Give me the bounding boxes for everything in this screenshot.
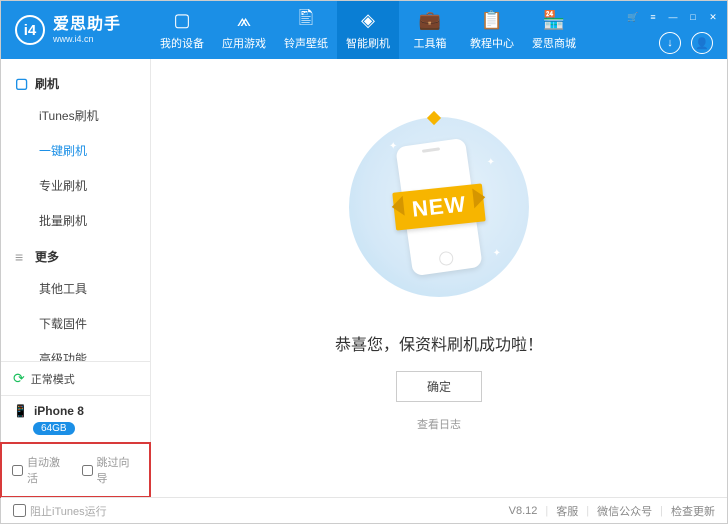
close-icon[interactable]: ✕ <box>705 10 721 24</box>
device-phone-icon: 📱 <box>13 404 28 418</box>
view-log-link[interactable]: 查看日志 <box>417 416 461 432</box>
body: ▢ 刷机 iTunes刷机 一键刷机 专业刷机 批量刷机 ≡ 更多 其他工具 下… <box>1 59 727 497</box>
sidebar-scroll: ▢ 刷机 iTunes刷机 一键刷机 专业刷机 批量刷机 ≡ 更多 其他工具 下… <box>1 59 150 361</box>
auto-activate-input[interactable] <box>12 465 23 476</box>
illustration: ✦ ✦ ✦ NEW <box>329 107 549 307</box>
maximize-icon[interactable]: □ <box>685 10 701 24</box>
skip-guide-input[interactable] <box>82 465 93 476</box>
nav-label: 铃声壁纸 <box>284 35 328 51</box>
nav-tutorials[interactable]: 📋 教程中心 <box>461 1 523 59</box>
skip-guide-label: 跳过向导 <box>97 454 140 486</box>
sidebar-item-itunes-flash[interactable]: iTunes刷机 <box>1 98 150 133</box>
logo-icon: i4 <box>15 15 45 45</box>
logo-area: i4 爱思助手 www.i4.cn <box>1 15 151 45</box>
toolbox-icon: 💼 <box>419 10 441 32</box>
sidebar-item-batch-flash[interactable]: 批量刷机 <box>1 203 150 238</box>
device-name: iPhone 8 <box>34 404 84 418</box>
header: i4 爱思助手 www.i4.cn ▢ 我的设备 ⩕ 应用游戏 🖺 铃声壁纸 ◈… <box>1 1 727 59</box>
sidebar-item-download-fw[interactable]: 下载固件 <box>1 306 150 341</box>
ok-button[interactable]: 确定 <box>396 371 482 402</box>
nav-bar: ▢ 我的设备 ⩕ 应用游戏 🖺 铃声壁纸 ◈ 智能刷机 💼 工具箱 📋 教程中 <box>151 1 585 59</box>
user-icon[interactable]: 👤 <box>691 32 713 54</box>
nav-store[interactable]: 🏪 爱思商城 <box>523 1 585 59</box>
sidebar-item-other-tools[interactable]: 其他工具 <box>1 271 150 306</box>
apps-icon: ⩕ <box>237 10 251 32</box>
sidebar-section-title: 刷机 <box>35 75 59 92</box>
app-title: 爱思助手 <box>53 17 121 33</box>
nav-label: 应用游戏 <box>222 35 266 51</box>
ringtones-icon: 🖺 <box>299 10 313 32</box>
nav-label: 我的设备 <box>160 35 204 51</box>
nav-label: 爱思商城 <box>532 35 576 51</box>
wechat-link[interactable]: 微信公众号 <box>597 503 652 519</box>
main-pane: ✦ ✦ ✦ NEW 恭喜您，保资料刷机成功啦！ 确定 查看日志 <box>151 59 727 497</box>
skip-guide-checkbox[interactable]: 跳过向导 <box>82 454 140 486</box>
download-icon[interactable]: ↓ <box>659 32 681 54</box>
footer: 阻止iTunes运行 V8.12 | 客服 | 微信公众号 | 检查更新 <box>1 497 727 523</box>
auto-activate-label: 自动激活 <box>27 454 70 486</box>
nav-my-device[interactable]: ▢ 我的设备 <box>151 1 213 59</box>
store-icon: 🏪 <box>543 10 565 32</box>
more-icon: ≡ <box>15 249 29 265</box>
status-dot-icon: ⟳ <box>13 370 25 387</box>
nav-ringtones[interactable]: 🖺 铃声壁纸 <box>275 1 337 59</box>
auto-activate-checkbox[interactable]: 自动激活 <box>12 454 70 486</box>
tutorials-icon: 📋 <box>481 10 503 32</box>
window-controls: 🛒 ≡ — □ ✕ <box>625 6 727 24</box>
block-itunes-input[interactable] <box>13 504 26 517</box>
ribbon-text: NEW <box>411 191 468 222</box>
app-window: i4 爱思助手 www.i4.cn ▢ 我的设备 ⩕ 应用游戏 🖺 铃声壁纸 ◈… <box>0 0 728 524</box>
sidebar-item-advanced[interactable]: 高级功能 <box>1 341 150 361</box>
version-label: V8.12 <box>509 505 538 517</box>
nav-label: 智能刷机 <box>346 35 390 51</box>
sidebar: ▢ 刷机 iTunes刷机 一键刷机 专业刷机 批量刷机 ≡ 更多 其他工具 下… <box>1 59 151 497</box>
nav-label: 教程中心 <box>470 35 514 51</box>
status-label: 正常模式 <box>31 371 75 387</box>
logo-text: 爱思助手 www.i4.cn <box>53 17 121 44</box>
sidebar-section-title: 更多 <box>35 248 59 265</box>
cart-icon[interactable]: 🛒 <box>625 10 641 24</box>
nav-smart-flash[interactable]: ◈ 智能刷机 <box>337 1 399 59</box>
menu-icon[interactable]: ≡ <box>645 10 661 24</box>
app-url: www.i4.cn <box>53 35 121 44</box>
sidebar-section-flash: ▢ 刷机 <box>1 65 150 98</box>
success-message: 恭喜您，保资料刷机成功啦！ <box>335 331 543 355</box>
sidebar-item-one-click-flash[interactable]: 一键刷机 <box>1 133 150 168</box>
header-right: 🛒 ≡ — □ ✕ ↓ 👤 <box>585 6 727 54</box>
minimize-icon[interactable]: — <box>665 10 681 24</box>
phone-icon: ▢ <box>15 75 29 92</box>
storage-badge: 64GB <box>33 422 75 435</box>
sidebar-options-highlighted: 自动激活 跳过向导 <box>0 442 151 498</box>
block-itunes-checkbox[interactable]: 阻止iTunes运行 <box>13 503 107 519</box>
nav-apps-games[interactable]: ⩕ 应用游戏 <box>213 1 275 59</box>
sidebar-item-pro-flash[interactable]: 专业刷机 <box>1 168 150 203</box>
sidebar-status[interactable]: ⟳ 正常模式 <box>1 361 150 395</box>
block-itunes-label: 阻止iTunes运行 <box>30 503 107 519</box>
sidebar-section-more: ≡ 更多 <box>1 238 150 271</box>
flash-icon: ◈ <box>361 10 375 32</box>
sidebar-device[interactable]: 📱 iPhone 8 64GB <box>1 395 150 443</box>
update-link[interactable]: 检查更新 <box>671 503 715 519</box>
header-icons: ↓ 👤 <box>659 32 727 54</box>
nav-label: 工具箱 <box>414 35 447 51</box>
support-link[interactable]: 客服 <box>556 503 578 519</box>
nav-toolbox[interactable]: 💼 工具箱 <box>399 1 461 59</box>
device-icon: ▢ <box>173 10 190 32</box>
